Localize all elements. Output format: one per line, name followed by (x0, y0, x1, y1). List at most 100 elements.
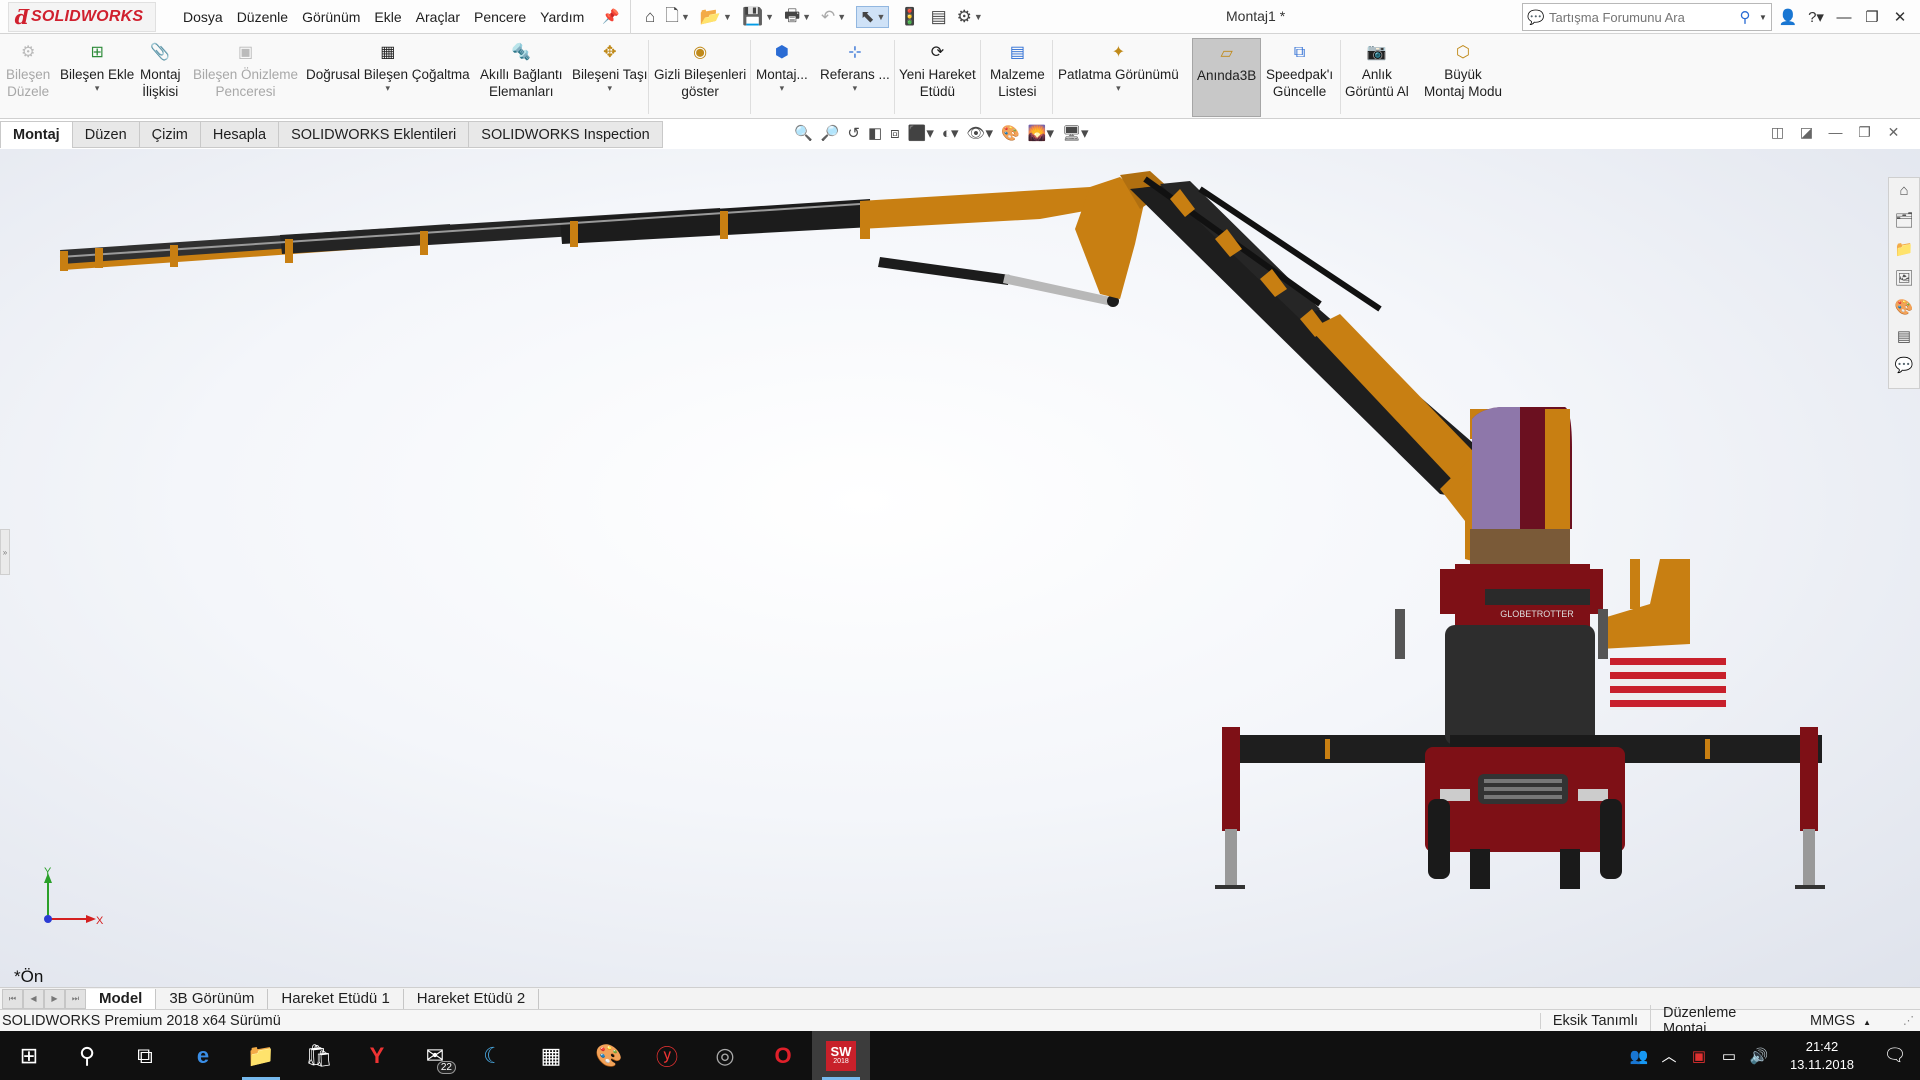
volume-icon[interactable]: 🔊 (1744, 1047, 1774, 1065)
home-icon[interactable]: ⌂ (645, 7, 655, 27)
crane-truck-model[interactable]: GLOBETROTTER (0, 149, 1920, 987)
select-icon[interactable]: ⬉ ▼ (856, 6, 890, 28)
undo-icon[interactable]: ↶ ▼ (821, 7, 846, 27)
resize-grip-icon[interactable]: ⋰ (1890, 1014, 1920, 1027)
menu-insert[interactable]: Ekle (367, 9, 408, 25)
insert-component-button[interactable]: ⊞ Bileşen Ekle ▾ (60, 42, 134, 94)
search-dropdown-icon[interactable]: ▼ (1759, 13, 1771, 22)
battery-icon[interactable]: ▭ (1714, 1047, 1744, 1065)
disc-icon[interactable]: ◎ (696, 1031, 754, 1080)
print-icon[interactable]: 🖶 ▼ (784, 3, 811, 32)
options-icon[interactable]: ⚙ ▼ (957, 7, 983, 27)
new-motion-study-button[interactable]: ⟳ Yeni Hareket Etüdü (899, 42, 976, 100)
windows-start-icon[interactable]: ⊞ (0, 1031, 58, 1080)
viewport-minimize-icon[interactable]: — (1821, 124, 1850, 141)
mail-icon[interactable]: ✉ 22 (406, 1031, 464, 1080)
view-orientation-icon[interactable]: ⬛▾ (908, 124, 934, 142)
forum-icon[interactable]: 💬 (1895, 356, 1914, 385)
yandex-browser-icon[interactable]: ⓨ (638, 1031, 696, 1080)
tab-motion-study-2[interactable]: Hareket Etüdü 2 (404, 988, 540, 1009)
custom-properties-icon[interactable]: ▤ (1897, 327, 1911, 356)
show-hidden-components-button[interactable]: ◉ Gizli Bileşenleri göster (654, 42, 746, 100)
opera-icon[interactable]: O (754, 1031, 812, 1080)
tab-evaluate[interactable]: Hesapla (200, 121, 280, 148)
dropdown-caret-icon[interactable]: ▾ (853, 83, 858, 93)
dropdown-caret-icon[interactable]: ▾ (1116, 83, 1121, 93)
graphics-area[interactable]: GLOBETROTTER ⌂ 🗂 📁 🖼 🎨 ▤ 💬 » Y X *Ön (0, 149, 1920, 987)
reference-geometry-button[interactable]: ⊹ Referans ... ▾ (820, 42, 890, 94)
tab-layout[interactable]: Düzen (72, 121, 140, 148)
tab-motion-study-1[interactable]: Hareket Etüdü 1 (268, 988, 404, 1009)
display-style-icon[interactable]: ◐▾ (942, 124, 959, 142)
restore-icon[interactable]: ❐ (1858, 8, 1886, 26)
tile-right-icon[interactable]: ◪ (1792, 124, 1821, 141)
linear-pattern-button[interactable]: ▦ Doğrusal Bileşen Çoğaltma ▾ (306, 42, 470, 94)
smart-fasteners-button[interactable]: 🔩 Akıllı Bağlantı Elemanları (480, 42, 563, 100)
search-icon[interactable]: ⚲ (58, 1031, 116, 1080)
tab-model[interactable]: Model (86, 988, 157, 1009)
assembly-features-button[interactable]: ⬢ Montaj... ▾ (756, 42, 808, 94)
antivirus-icon[interactable]: ▣ (1684, 1047, 1714, 1065)
show-hidden-icons-icon[interactable]: ︿ (1654, 1045, 1684, 1066)
solidworks-logo[interactable]: ƌ SOLIDWORKS (8, 2, 156, 32)
yandex-icon[interactable]: Y (348, 1031, 406, 1080)
open-icon[interactable]: 📂 ▼ (700, 7, 732, 27)
minimize-icon[interactable]: — (1830, 9, 1858, 26)
hide-show-items-icon[interactable]: 👁▾ (967, 124, 994, 142)
edge-browser-icon[interactable]: e (174, 1031, 232, 1080)
tab-sketch[interactable]: Çizim (139, 121, 201, 148)
exploded-view-button[interactable]: ✦ Patlatma Görünümü ▾ (1058, 42, 1179, 94)
help-icon[interactable]: ?▾ (1802, 8, 1830, 26)
zoom-to-fit-icon[interactable]: 🔍 (794, 124, 813, 142)
view-palette-icon[interactable]: 🖼 (1894, 269, 1913, 298)
dreamweaver-icon[interactable]: ☾ (464, 1031, 522, 1080)
instant3d-button[interactable]: ▱ Anında3B (1192, 38, 1262, 117)
user-icon[interactable]: 👤 (1774, 8, 1802, 26)
solidworks-resources-icon[interactable]: ⌂ (1899, 182, 1908, 211)
tab-inspection[interactable]: SOLIDWORKS Inspection (469, 121, 663, 148)
apply-scene-icon[interactable]: 🌄▾ (1028, 124, 1054, 142)
unit-system-selector[interactable]: MMGS ▲ (1790, 1013, 1890, 1029)
edit-component-button[interactable]: ⚙ Bileşen Düzele (6, 42, 50, 100)
first-tab-icon[interactable]: ⏮ (2, 988, 23, 1009)
action-center-icon[interactable]: 🗨 (1870, 1045, 1920, 1066)
search-input[interactable] (1549, 9, 1731, 25)
dropdown-caret-icon[interactable]: ▾ (386, 83, 391, 93)
tile-left-icon[interactable]: ◫ (1763, 124, 1792, 141)
pin-menu-icon[interactable]: 📌 (602, 8, 619, 25)
file-properties-icon[interactable]: ▤ (931, 7, 947, 27)
dropdown-caret-icon[interactable]: ▾ (608, 83, 613, 93)
feature-tree-expander-icon[interactable]: » (0, 529, 10, 575)
tab-addins[interactable]: SOLIDWORKS Eklentileri (279, 121, 470, 148)
calculator-icon[interactable]: ▦ (522, 1031, 580, 1080)
menu-help[interactable]: Yardım (533, 9, 591, 25)
viewport-restore-icon[interactable]: ❐ (1850, 124, 1879, 141)
viewport-close-icon[interactable]: ✕ (1879, 124, 1908, 141)
task-view-icon[interactable]: ⧉ (116, 1031, 174, 1080)
large-assembly-mode-button[interactable]: ⬡ Büyük Montaj Modu (1424, 42, 1502, 100)
tab-3d-views[interactable]: 3B Görünüm (156, 988, 269, 1009)
appearances-icon[interactable]: 🎨 (1895, 298, 1914, 327)
dropdown-caret-icon[interactable]: ▾ (95, 83, 100, 93)
next-tab-icon[interactable]: ▶ (44, 988, 65, 1009)
move-component-button[interactable]: ✥ Bileşeni Taşı ▾ (572, 42, 648, 94)
edit-appearance-icon[interactable]: 🎨 (1001, 124, 1020, 142)
close-icon[interactable]: ✕ (1886, 8, 1914, 26)
paint-icon[interactable]: 🎨 (580, 1031, 638, 1080)
menu-view[interactable]: Görünüm (295, 9, 367, 25)
mate-button[interactable]: 📎 Montaj İlişkisi (140, 42, 181, 100)
take-snapshot-button[interactable]: 📷 Anlık Görüntü Al (1345, 42, 1409, 100)
clock[interactable]: 21:42 13.11.2018 (1774, 1038, 1870, 1074)
rebuild-icon[interactable]: 🚦 (899, 7, 920, 27)
save-icon[interactable]: 💾 ▼ (742, 7, 774, 27)
file-explorer-icon[interactable]: 📁 (232, 1031, 290, 1080)
bill-of-materials-button[interactable]: ▤ Malzeme Listesi (990, 42, 1045, 100)
zoom-to-area-icon[interactable]: 🔎 (821, 124, 840, 142)
menu-edit[interactable]: Düzenle (230, 9, 295, 25)
solidworks-taskbar-icon[interactable]: SW 2018 (812, 1031, 870, 1080)
prev-tab-icon[interactable]: ◀ (23, 988, 44, 1009)
last-tab-icon[interactable]: ⏭ (65, 988, 86, 1009)
section-view-icon[interactable]: ◧ (868, 124, 882, 142)
previous-view-icon[interactable]: ↺ (847, 124, 860, 142)
view-settings-icon[interactable]: 🖥▾ (1062, 124, 1089, 142)
